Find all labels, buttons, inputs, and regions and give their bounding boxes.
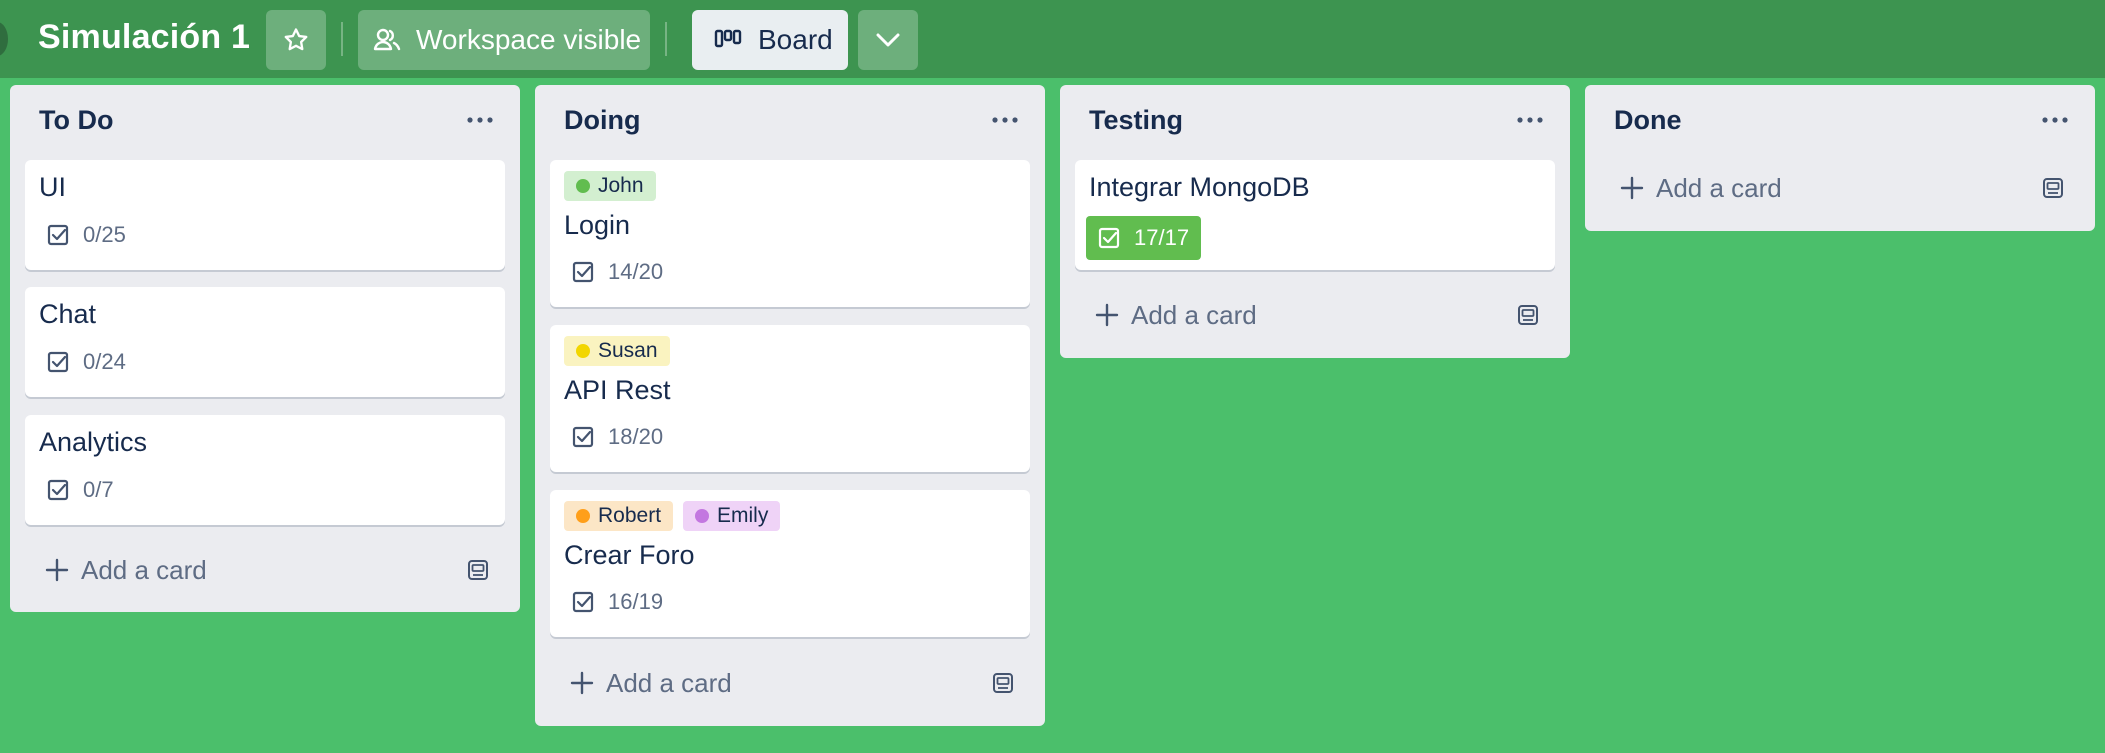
- plus-icon: [1620, 176, 1644, 200]
- card-title: Chat: [39, 299, 97, 329]
- list-title[interactable]: Testing: [1089, 105, 1183, 136]
- add-card-button[interactable]: Add a card: [550, 658, 1030, 708]
- checklist-badge: 0/25: [47, 222, 126, 248]
- star-board-button[interactable]: [266, 10, 326, 70]
- label-chip: Robert: [564, 501, 674, 531]
- checklist-badge: 18/20: [572, 424, 663, 450]
- board-icon: [714, 29, 742, 48]
- label-dot: [576, 509, 590, 523]
- label-chip: Susan: [564, 336, 670, 366]
- add-card-label: Add a card: [606, 667, 732, 698]
- label-text: Susan: [598, 339, 658, 362]
- list-title[interactable]: Done: [1614, 105, 1682, 136]
- add-card-label: Add a card: [1131, 299, 1257, 330]
- more-icon: [992, 117, 1018, 123]
- card-template-icon[interactable]: [1516, 303, 1540, 327]
- plus-icon: [1095, 303, 1119, 327]
- label-text: Robert: [598, 504, 662, 527]
- workspace-menu-edge[interactable]: [0, 22, 8, 56]
- header-divider: [665, 22, 667, 56]
- more-icon: [1517, 117, 1543, 123]
- checkbox-icon: [47, 479, 69, 501]
- card[interactable]: Susan API Rest 18/20: [550, 325, 1030, 472]
- checklist-badge-complete: 17/17: [1086, 216, 1202, 260]
- list-title[interactable]: Doing: [564, 105, 640, 136]
- label-dot: [576, 344, 590, 358]
- list-menu-button[interactable]: [1510, 105, 1550, 135]
- visibility-label: Workspace visible: [416, 24, 642, 55]
- checklist-count: 0/7: [83, 477, 114, 502]
- card-template-icon[interactable]: [466, 558, 490, 582]
- list-menu-button[interactable]: [460, 105, 500, 135]
- card-title: API Rest: [564, 375, 671, 405]
- add-card-label: Add a card: [1656, 172, 1782, 203]
- label-chip: Emily: [683, 501, 781, 531]
- card[interactable]: Chat 0/24: [25, 287, 505, 397]
- list-header: Done: [1585, 85, 2095, 153]
- list-menu-button[interactable]: [985, 105, 1025, 135]
- add-card-button[interactable]: Add a card: [1075, 290, 1555, 340]
- checkbox-icon: [47, 351, 69, 373]
- plus-icon: [570, 671, 594, 695]
- plus-icon: [45, 558, 69, 582]
- label-text: Emily: [717, 504, 769, 527]
- checklist-count: 14/20: [608, 259, 664, 284]
- list-menu-button[interactable]: [2035, 105, 2075, 135]
- list-doing: Doing John Login 14/20 Susan API Rest 18…: [535, 85, 1045, 726]
- checkbox-icon: [47, 224, 69, 246]
- label-dot: [576, 179, 590, 193]
- card[interactable]: Analytics 0/7: [25, 415, 505, 525]
- card[interactable]: UI 0/25: [25, 160, 505, 270]
- list-header: To Do: [10, 85, 520, 153]
- label-chip: John: [564, 171, 656, 201]
- board-header: Simulación 1 Workspace visible Board: [0, 0, 2105, 78]
- board-view-button[interactable]: Board: [692, 10, 848, 70]
- checklist-badge: 14/20: [572, 259, 663, 285]
- view-switcher-button[interactable]: [858, 10, 918, 70]
- checklist-count: 0/24: [83, 349, 126, 374]
- checklist-count: 16/19: [608, 589, 664, 614]
- card-title: Integrar MongoDB: [1089, 172, 1310, 202]
- card-title: UI: [39, 172, 66, 202]
- checkbox-icon: [572, 591, 594, 613]
- checkbox-icon: [1098, 227, 1120, 249]
- more-icon: [2042, 117, 2068, 123]
- checklist-badge: 0/24: [47, 349, 126, 375]
- header-divider: [341, 22, 343, 56]
- card-template-icon[interactable]: [991, 671, 1015, 695]
- list-header: Testing: [1060, 85, 1570, 153]
- list-title[interactable]: To Do: [39, 105, 113, 136]
- card[interactable]: John Login 14/20: [550, 160, 1030, 307]
- checklist-count: 18/20: [608, 424, 664, 449]
- card-template-icon[interactable]: [2041, 176, 2065, 200]
- visibility-button[interactable]: Workspace visible: [358, 10, 650, 70]
- label-text: John: [598, 174, 644, 197]
- star-icon: [284, 28, 308, 51]
- checklist-badge: 0/7: [47, 477, 114, 503]
- board-title[interactable]: Simulación 1: [38, 18, 250, 57]
- list-header: Doing: [535, 85, 1045, 153]
- card-title: Analytics: [39, 427, 148, 457]
- card-title: Crear Foro: [564, 540, 695, 570]
- more-icon: [467, 117, 493, 123]
- checklist-count: 0/25: [83, 222, 126, 247]
- card[interactable]: Robert Emily Crear Foro 16/19: [550, 490, 1030, 637]
- list-to-do: To Do UI 0/25 Chat 0/24 Analytics 0/7 Ad…: [10, 85, 520, 612]
- checklist-badge: 16/19: [572, 589, 663, 615]
- list-testing: Testing Integrar MongoDB 17/17 Add a car…: [1060, 85, 1570, 358]
- card-title: Login: [564, 210, 631, 240]
- add-card-label: Add a card: [81, 554, 207, 585]
- list-done: Done Add a card: [1585, 85, 2095, 231]
- add-card-button[interactable]: Add a card: [1600, 163, 2080, 213]
- people-icon: [373, 28, 401, 51]
- checkbox-icon: [572, 261, 594, 283]
- card[interactable]: Integrar MongoDB 17/17: [1075, 160, 1555, 270]
- label-dot: [695, 509, 709, 523]
- add-card-button[interactable]: Add a card: [25, 545, 505, 595]
- chevron-down-icon: [876, 33, 900, 47]
- checklist-count: 17/17: [1134, 225, 1190, 250]
- board-view-label: Board: [758, 24, 833, 55]
- checkbox-icon: [572, 426, 594, 448]
